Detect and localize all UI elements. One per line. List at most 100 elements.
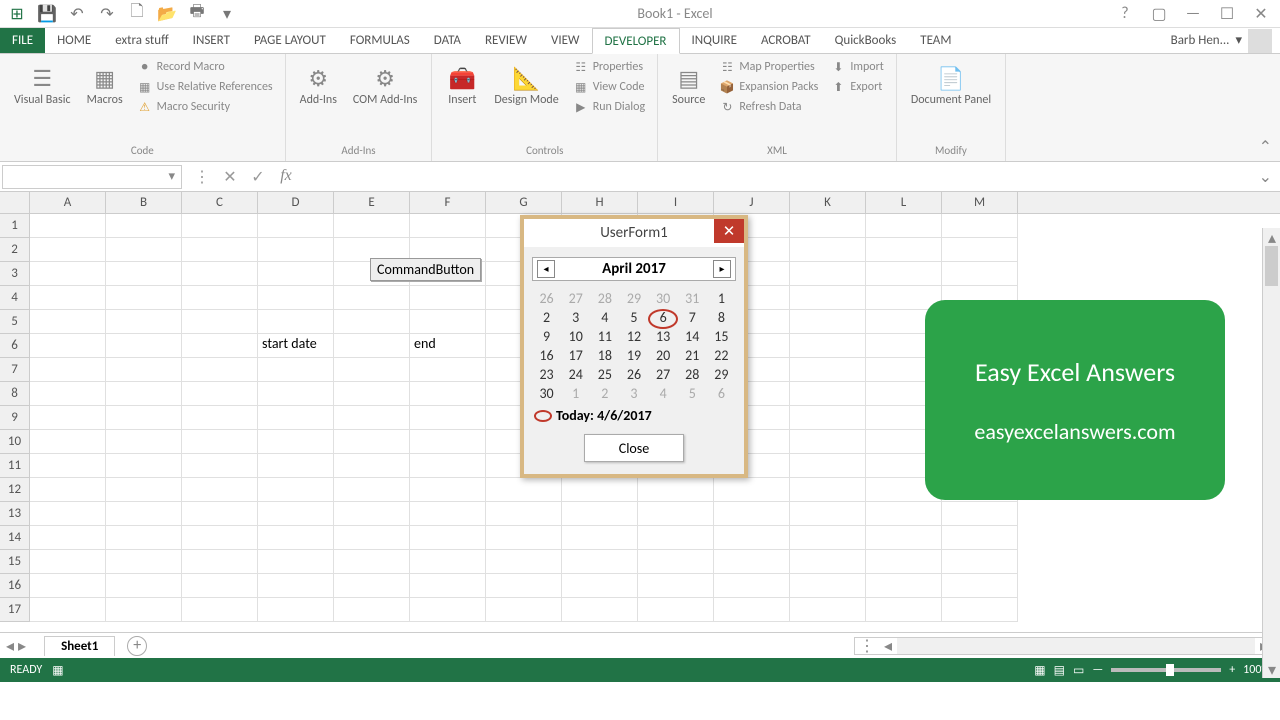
open-icon[interactable]: 📂 <box>154 3 180 25</box>
row-header[interactable]: 14 <box>0 526 30 550</box>
cell[interactable] <box>30 430 106 454</box>
calendar-day[interactable]: 5 <box>621 309 647 326</box>
userform-close-icon[interactable]: ✕ <box>714 219 744 243</box>
cell[interactable] <box>942 502 1018 526</box>
refresh-button[interactable]: ↻Refresh Data <box>715 98 822 116</box>
row-header[interactable]: 10 <box>0 430 30 454</box>
cell[interactable] <box>790 502 866 526</box>
cell[interactable] <box>334 214 410 238</box>
cell[interactable] <box>562 574 638 598</box>
cell[interactable] <box>258 454 334 478</box>
command-button[interactable]: CommandButton <box>370 258 481 281</box>
cell[interactable] <box>942 238 1018 262</box>
addins-button[interactable]: ⚙Add-Ins <box>294 58 343 142</box>
cell[interactable] <box>866 574 942 598</box>
macro-security-button[interactable]: ⚠Macro Security <box>133 98 277 116</box>
cell[interactable] <box>182 238 258 262</box>
cell[interactable] <box>30 286 106 310</box>
export-button[interactable]: ⬆Export <box>826 78 887 96</box>
cell[interactable] <box>334 478 410 502</box>
close-icon[interactable]: ✕ <box>1246 3 1276 25</box>
user-account[interactable]: Barb Hen...▾ <box>1163 28 1280 53</box>
cell[interactable] <box>410 574 486 598</box>
cell[interactable] <box>562 598 638 622</box>
tab-formulas[interactable]: FORMULAS <box>338 28 422 53</box>
zoom-out-icon[interactable]: — <box>1092 663 1103 677</box>
run-dialog-button[interactable]: ▶Run Dialog <box>569 98 649 116</box>
cell[interactable] <box>258 214 334 238</box>
name-box[interactable]: ▾ <box>2 165 182 189</box>
cell[interactable] <box>714 502 790 526</box>
cell[interactable] <box>334 334 410 358</box>
cell[interactable] <box>942 214 1018 238</box>
cell[interactable] <box>790 454 866 478</box>
macros-button[interactable]: ▦Macros <box>81 58 129 142</box>
cell[interactable] <box>334 454 410 478</box>
calendar-day[interactable]: 1 <box>563 385 589 402</box>
cell[interactable] <box>790 526 866 550</box>
row-header[interactable]: 8 <box>0 382 30 406</box>
col-header[interactable]: A <box>30 192 106 213</box>
calendar-day[interactable]: 13 <box>650 328 676 345</box>
calendar-day[interactable]: 2 <box>592 385 618 402</box>
tab-insert[interactable]: INSERT <box>181 28 242 53</box>
document-panel-button[interactable]: 📄Document Panel <box>905 58 997 142</box>
cell[interactable] <box>258 550 334 574</box>
insert-control-button[interactable]: 🧰Insert <box>440 58 484 142</box>
scroll-down-icon[interactable]: ▾ <box>1263 660 1280 678</box>
row-header[interactable]: 17 <box>0 598 30 622</box>
col-header[interactable]: B <box>106 192 182 213</box>
map-props-button[interactable]: ☷Map Properties <box>715 58 822 76</box>
formula-input[interactable] <box>306 165 1253 189</box>
cell[interactable] <box>30 262 106 286</box>
calendar-day[interactable]: 22 <box>708 347 734 364</box>
cell[interactable] <box>790 358 866 382</box>
calendar-today[interactable]: Today: 4/6/2017 <box>532 403 736 428</box>
vertical-scrollbar[interactable]: ▴ ▾ <box>1262 228 1280 678</box>
col-header[interactable]: L <box>866 192 942 213</box>
calendar-day[interactable]: 3 <box>563 309 589 326</box>
cell[interactable] <box>30 598 106 622</box>
expansion-button[interactable]: 📦Expansion Packs <box>715 78 822 96</box>
fx-icon[interactable]: fx <box>276 167 296 187</box>
calendar-day[interactable]: 12 <box>621 328 647 345</box>
cell[interactable] <box>638 550 714 574</box>
calendar-day[interactable]: 29 <box>621 290 647 307</box>
cell[interactable] <box>866 238 942 262</box>
cell[interactable] <box>258 262 334 286</box>
calendar-day[interactable]: 19 <box>621 347 647 364</box>
view-break-icon[interactable]: ▭ <box>1073 663 1084 678</box>
cell[interactable] <box>942 526 1018 550</box>
cell[interactable] <box>410 310 486 334</box>
cell[interactable] <box>30 526 106 550</box>
cell[interactable] <box>258 430 334 454</box>
cell[interactable] <box>410 550 486 574</box>
cell[interactable] <box>334 526 410 550</box>
cancel-icon[interactable]: ✕ <box>220 167 240 187</box>
view-normal-icon[interactable]: ▦ <box>1034 663 1045 678</box>
import-button[interactable]: ⬇Import <box>826 58 887 76</box>
properties-button[interactable]: ☷Properties <box>569 58 649 76</box>
cell[interactable] <box>30 454 106 478</box>
row-header[interactable]: 3 <box>0 262 30 286</box>
calendar-day[interactable]: 27 <box>650 366 676 383</box>
cell[interactable] <box>182 310 258 334</box>
row-header[interactable]: 6 <box>0 334 30 358</box>
cell[interactable] <box>790 334 866 358</box>
cell[interactable] <box>714 598 790 622</box>
cell[interactable] <box>258 382 334 406</box>
tab-inquire[interactable]: INQUIRE <box>680 28 749 53</box>
tab-page-layout[interactable]: PAGE LAYOUT <box>242 28 338 53</box>
cell[interactable] <box>258 598 334 622</box>
cell[interactable] <box>30 382 106 406</box>
cell[interactable] <box>106 406 182 430</box>
undo-icon[interactable]: ↶ <box>64 3 90 25</box>
tab-home[interactable]: HOME <box>45 28 103 53</box>
col-header[interactable]: J <box>714 192 790 213</box>
cell[interactable] <box>30 478 106 502</box>
cell[interactable] <box>258 526 334 550</box>
cell[interactable] <box>182 214 258 238</box>
cell[interactable] <box>30 574 106 598</box>
cell[interactable] <box>410 430 486 454</box>
cell[interactable] <box>486 574 562 598</box>
